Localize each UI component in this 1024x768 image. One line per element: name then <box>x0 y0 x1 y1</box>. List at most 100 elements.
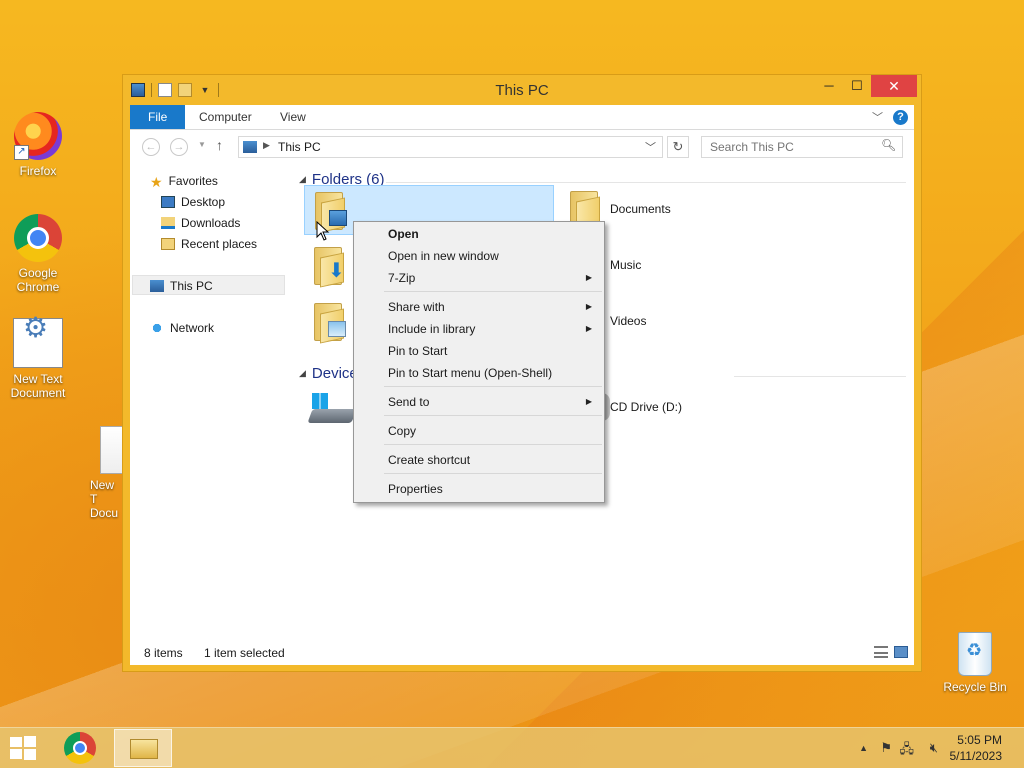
minimize-button[interactable]: ─ <box>815 75 843 97</box>
menu-item-pin-to-start-menu-open-shell[interactable]: Pin to Start menu (Open-Shell) <box>356 362 602 384</box>
menu-item-label: Share with <box>388 300 445 314</box>
menu-item-label: Include in library <box>388 322 476 336</box>
menu-item-properties[interactable]: Properties <box>356 478 602 500</box>
clock-date: 5/11/2023 <box>949 749 1003 763</box>
title-bar[interactable]: ▼ This PC ─ ☐ ✕ <box>123 75 921 105</box>
search-icon[interactable]: 🔍︎ <box>881 138 896 152</box>
recycle-bin-icon <box>958 632 992 676</box>
refresh-button[interactable]: ↻ <box>667 136 689 158</box>
status-bar: 8 items 1 item selected <box>130 641 914 665</box>
help-icon[interactable]: ? <box>893 109 908 125</box>
download-arrow-icon: ⬇ <box>328 260 345 282</box>
group-header-devices[interactable]: ◢ Device <box>299 365 358 382</box>
menu-separator <box>384 444 602 445</box>
nav-item-label: Downloads <box>181 216 241 230</box>
up-button[interactable]: ↑ <box>216 137 223 153</box>
menu-item-label: Copy <box>388 424 417 438</box>
submenu-arrow-icon: ▶ <box>585 273 592 282</box>
system-clock[interactable]: 5:05 PM 5/11/2023 <box>950 732 1003 764</box>
close-button[interactable]: ✕ <box>871 75 917 97</box>
taskbar-chrome-icon[interactable] <box>64 732 96 764</box>
recent-locations-chevron-icon[interactable]: ▼ <box>198 140 206 149</box>
search-input[interactable] <box>701 136 903 158</box>
chrome-icon <box>14 214 62 262</box>
menu-item-open-new-window[interactable]: Open in new window <box>356 245 602 267</box>
menu-item-label: Pin to Start menu (Open-Shell) <box>388 366 553 380</box>
menu-item-label: Properties <box>388 482 443 496</box>
folder-label: Videos <box>610 314 647 328</box>
desktop-icon-recycle-bin[interactable]: Recycle Bin <box>938 632 1012 694</box>
pictures-badge-icon <box>328 321 346 337</box>
desktop-icon-new-text-document[interactable]: New Text Document <box>3 318 73 400</box>
menu-item-label: Pin to Start <box>388 344 448 358</box>
group-title: Device <box>311 365 358 382</box>
folder-icon: ⬇ <box>310 245 346 288</box>
menu-separator <box>384 415 602 416</box>
text-document-icon <box>100 426 122 474</box>
back-button[interactable]: ← <box>142 138 160 156</box>
nav-item-label: Recent places <box>181 237 258 251</box>
desktop-icon-firefox[interactable]: ↗ Firefox <box>3 112 73 178</box>
clock-time: 5:05 PM <box>957 733 1002 747</box>
menu-item-send-to[interactable]: Send to ▶ <box>356 391 602 413</box>
large-icons-view-icon[interactable] <box>894 646 908 658</box>
menu-item-create-shortcut[interactable]: Create shortcut <box>356 449 602 471</box>
start-button[interactable] <box>10 736 38 760</box>
nav-item-downloads[interactable]: Downloads <box>161 213 240 233</box>
address-bar[interactable]: ▶ This PC ﹀ <box>238 136 663 158</box>
nav-item-recent-places[interactable]: Recent places <box>161 234 257 254</box>
menu-item-copy[interactable]: Copy <box>356 420 602 442</box>
tab-view[interactable]: View <box>266 105 320 129</box>
desktop-icon-new-text-document-2[interactable]: New T Docu <box>82 426 122 520</box>
star-icon: ★ <box>150 174 163 190</box>
volume-muted-icon[interactable]: 🔇︎ <box>930 740 938 756</box>
desktop-icon-chrome[interactable]: Google Chrome <box>3 214 73 294</box>
menu-item-pin-to-start[interactable]: Pin to Start <box>356 340 602 362</box>
nav-item-this-pc[interactable]: This PC <box>132 275 285 295</box>
action-center-flag-icon[interactable]: ⚑ <box>880 740 892 756</box>
desktop-icon-label: Recycle Bin <box>943 680 1007 694</box>
ribbon-tabs: File Computer View ﹀ ? <box>130 105 914 130</box>
tab-computer[interactable]: Computer <box>185 105 266 129</box>
collapse-triangle-icon: ◢ <box>299 174 306 184</box>
menu-separator <box>384 386 602 387</box>
details-view-icon[interactable] <box>874 646 888 658</box>
folder-icon <box>310 301 346 344</box>
ribbon-controls: ﹀ ? <box>872 109 908 125</box>
tab-file[interactable]: File <box>130 105 186 129</box>
show-hidden-icons-chevron-icon[interactable]: ▲ <box>859 743 868 753</box>
desktop-icon-label: Google Chrome <box>16 266 60 294</box>
maximize-button[interactable]: ☐ <box>843 75 871 97</box>
forward-button[interactable]: → <box>170 138 188 156</box>
nav-item-label: Desktop <box>181 195 226 209</box>
nav-item-label: Favorites <box>168 174 218 188</box>
address-dropdown-chevron-icon[interactable]: ﹀ <box>645 139 656 155</box>
menu-item-share-with[interactable]: Share with ▶ <box>356 296 602 318</box>
nav-item-desktop[interactable]: Desktop <box>161 192 225 212</box>
context-menu: Open Open in new window 7-Zip ▶ Share wit… <box>353 221 605 503</box>
mouse-cursor-icon <box>316 221 330 241</box>
submenu-arrow-icon: ▶ <box>585 324 592 333</box>
nav-item-label: This PC <box>170 279 213 293</box>
network-icon <box>150 322 164 334</box>
taskbar: ▲ ⚑ 🖧︎ 🔇︎ 5:05 PM 5/11/2023 <box>0 727 1024 768</box>
breadcrumb-chevron-icon[interactable]: ▶ <box>263 140 270 151</box>
address-toolbar: ← → ▼ ↑ ▶ This PC ﹀ ↻ 🔍︎ <box>130 130 914 165</box>
menu-item-label: 7-Zip <box>388 271 416 285</box>
navigation-pane: ★ Favorites Desktop Downloads Recent plac… <box>130 165 294 641</box>
desktop-icon-label: New Text Document <box>10 372 66 400</box>
menu-item-open[interactable]: Open <box>356 223 602 245</box>
menu-item-include-in-library[interactable]: Include in library ▶ <box>356 318 602 340</box>
drive-tile-cd-drive[interactable]: CD Drive (D:) <box>596 383 836 433</box>
expand-ribbon-chevron-icon[interactable]: ﹀ <box>872 109 883 125</box>
breadcrumb-this-pc[interactable]: This PC <box>278 140 321 154</box>
computer-icon <box>150 280 164 292</box>
network-status-icon[interactable]: 🖧︎ <box>900 740 915 762</box>
shortcut-arrow-icon: ↗ <box>14 145 29 160</box>
menu-item-7zip[interactable]: 7-Zip ▶ <box>356 267 602 289</box>
recent-places-icon <box>161 238 175 250</box>
menu-item-label: Open in new window <box>388 249 499 263</box>
nav-item-favorites[interactable]: ★ Favorites <box>150 171 218 191</box>
nav-item-network[interactable]: Network <box>150 318 214 338</box>
taskbar-file-explorer-icon[interactable] <box>114 729 172 767</box>
